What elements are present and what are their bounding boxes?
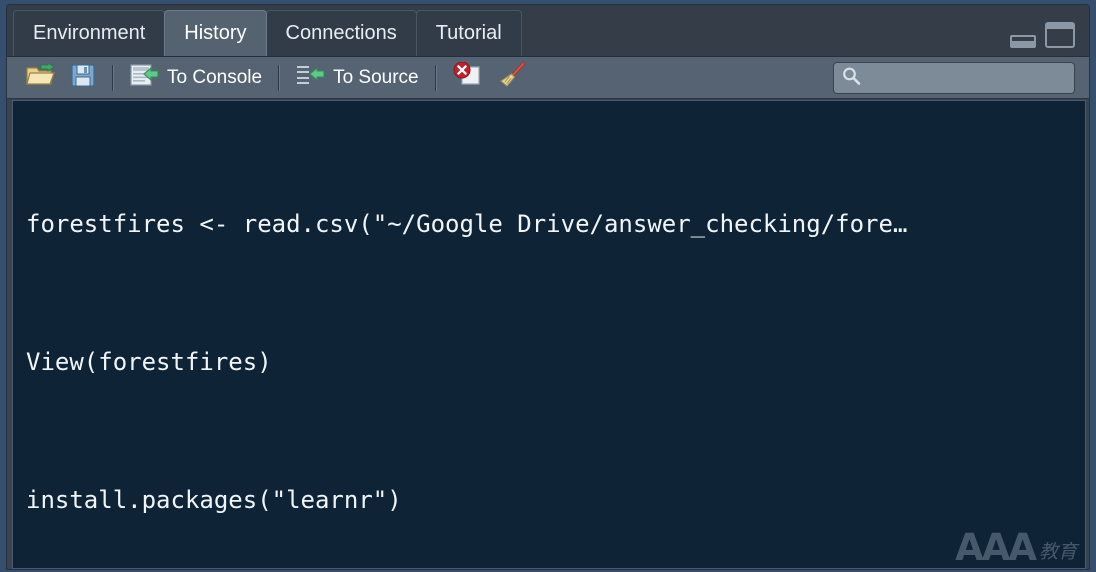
to-source-button[interactable]: To Source (289, 60, 426, 96)
toolbar-separator-3 (435, 65, 437, 91)
history-list-panel[interactable]: forestfires <- read.csv("~/Google Drive/… (12, 100, 1086, 569)
toolbar-separator-1 (112, 65, 114, 91)
tab-environment-label: Environment (33, 22, 145, 45)
tab-environment[interactable]: Environment (13, 10, 165, 56)
to-console-label: To Console (167, 67, 262, 89)
toolbar-separator-2 (278, 65, 280, 91)
tab-bar: Environment History Connections Tutorial (7, 5, 1089, 57)
load-history-button[interactable] (19, 60, 63, 96)
tab-connections-label: Connections (286, 22, 397, 45)
remove-entry-button[interactable] (446, 60, 490, 96)
list-item[interactable]: View(forestfires) (26, 339, 1085, 385)
open-folder-icon (26, 62, 56, 94)
clear-all-broom-icon (497, 61, 527, 95)
tab-tutorial[interactable]: Tutorial (416, 10, 522, 56)
search-icon (841, 66, 861, 91)
list-item[interactable]: install.packages("learnr") (26, 477, 1085, 523)
tab-connections[interactable]: Connections (266, 10, 417, 56)
tab-history[interactable]: History (164, 10, 266, 56)
to-source-label: To Source (333, 67, 419, 89)
search-input[interactable] (861, 63, 1074, 93)
to-console-icon (130, 62, 160, 94)
to-source-icon (296, 62, 326, 94)
to-console-button[interactable]: To Console (123, 60, 269, 96)
history-lines: forestfires <- read.csv("~/Google Drive/… (26, 109, 1085, 569)
minimize-icon[interactable] (1010, 35, 1036, 48)
remove-entry-icon (453, 62, 483, 94)
clear-all-button[interactable] (490, 60, 534, 96)
maximize-icon[interactable] (1045, 22, 1075, 48)
save-floppy-icon (70, 62, 96, 94)
window-controls (1010, 22, 1075, 48)
list-item[interactable]: forestfires <- read.csv("~/Google Drive/… (26, 201, 1085, 247)
tab-tutorial-label: Tutorial (436, 22, 502, 45)
window-frame: Environment History Connections Tutorial (6, 4, 1090, 570)
history-toolbar: To Console To Source (7, 57, 1089, 99)
tab-history-label: History (184, 22, 246, 45)
save-history-button[interactable] (63, 60, 103, 96)
search-box[interactable] (833, 62, 1075, 94)
rstudio-history-pane: Environment History Connections Tutorial (0, 0, 1096, 572)
